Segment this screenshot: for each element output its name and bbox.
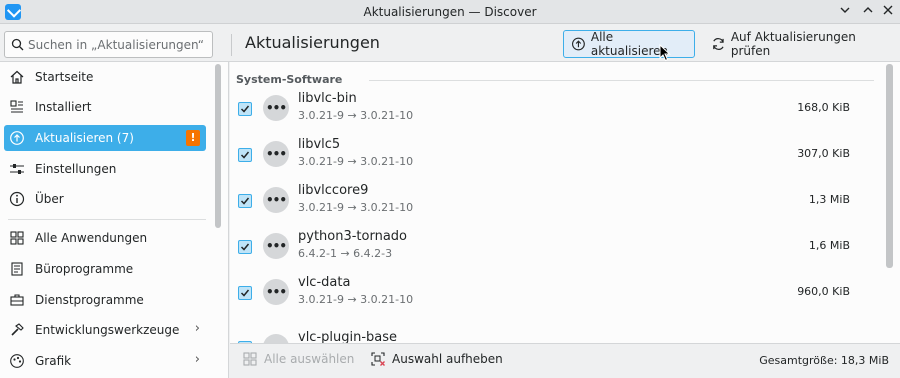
select-all-icon [243,352,257,366]
hammer-icon [8,321,26,339]
close-icon[interactable] [879,3,897,21]
package-icon: ••• [263,187,289,213]
footer-bar: Alle auswählen Auswahl aufheben Gesamtgr… [230,343,900,378]
section-header: System-Software [236,73,343,86]
update-row[interactable]: ••• libvlc5 3.0.21-9 → 3.0.21-10 307,0 K… [230,133,880,179]
settings-sliders-icon [8,160,26,178]
page-title: Aktualisierungen [245,33,380,52]
section-divider [369,80,874,81]
chevron-up-icon[interactable] [859,3,877,21]
title-bar: Aktualisierungen — Discover [0,0,900,24]
update-checkbox[interactable] [238,148,252,162]
toolbox-icon [8,291,26,309]
update-checkbox[interactable] [238,240,252,254]
package-name: libvlccore9 [298,183,369,198]
update-row[interactable]: ••• libvlccore9 3.0.21-9 → 3.0.21-10 1,3… [230,179,880,225]
search-input[interactable] [28,36,208,54]
select-all-button[interactable]: Alle auswählen [242,351,354,367]
chevron-down-icon[interactable] [836,3,854,21]
package-size: 307,0 KiB [797,147,850,160]
search-icon [11,38,24,51]
toolbar: Aktualisierungen Alle aktualisieren Auf … [0,24,900,62]
package-version: 3.0.21-9 → 3.0.21-10 [298,109,414,122]
package-size: 1,3 MiB [808,193,850,206]
chevron-right-icon: › [194,321,200,336]
graphics-icon [8,352,26,370]
package-version: 6.4.2-1 → 6.4.2-3 [298,247,393,260]
update-checkbox[interactable] [238,286,252,300]
deselect-label: Auswahl aufheben [392,352,503,366]
chevron-right-icon: › [194,352,200,367]
check-updates-label: Auf Aktualisierungen prüfen [730,30,856,58]
package-name: vlc-plugin-base [298,330,398,343]
package-name: libvlc5 [298,137,341,152]
package-icon: ••• [263,95,289,121]
sidebar-item-graphics[interactable]: Grafik › [4,348,206,374]
sidebar-item-label: Entwicklungswerkzeuge [35,323,180,337]
package-version: 3.0.21-9 → 3.0.21-10 [298,155,414,168]
sidebar-item-home[interactable]: Startseite [4,64,206,90]
package-icon: ••• [263,141,289,167]
package-version: 3.0.21-9 → 3.0.21-10 [298,293,414,306]
search-box[interactable] [4,31,213,58]
update-row[interactable]: ••• python3-tornado 6.4.2-1 → 6.4.2-3 1,… [230,225,880,271]
sidebar-item-development[interactable]: Entwicklungswerkzeuge › [4,317,206,343]
sidebar-item-label: Büroprogramme [35,262,134,276]
sidebar-item-label: Einstellungen [35,162,117,176]
check-updates-button[interactable]: Auf Aktualisierungen prüfen [703,30,895,58]
sidebar-item-label: Über [35,192,64,206]
sidebar-divider [8,219,206,220]
sidebar-item-settings[interactable]: Einstellungen [4,156,206,182]
updates-list: System-Software ••• libvlc-bin 3.0.21-9 … [230,62,900,343]
sidebar-scrollbar[interactable] [215,64,221,228]
package-name: python3-tornado [298,229,408,244]
package-icon: ••• [263,279,289,305]
info-icon [8,190,26,208]
sidebar-item-about[interactable]: Über [4,186,206,212]
list-scrollbar[interactable] [886,64,893,268]
sidebar-item-installed[interactable]: Installiert [4,94,206,120]
update-row[interactable]: ••• vlc-plugin-base [230,326,880,343]
update-icon [8,129,26,147]
deselect-icon [371,352,385,366]
deselect-button[interactable]: Auswahl aufheben [370,351,503,367]
update-all-label: Alle aktualisieren [590,30,669,58]
office-icon [8,260,26,278]
update-row[interactable]: ••• vlc-data 3.0.21-9 → 3.0.21-10 960,0 … [230,271,880,317]
sidebar-item-all-apps[interactable]: Alle Anwendungen [4,225,206,251]
refresh-icon [713,38,724,50]
select-all-label: Alle auswählen [264,352,355,366]
update-row[interactable]: ••• libvlc-bin 3.0.21-9 → 3.0.21-10 168,… [230,87,880,133]
sidebar-item-label: Aktualisieren (7) [35,131,134,145]
package-name: vlc-data [298,275,351,290]
package-icon: ••• [263,334,289,343]
update-checkbox[interactable] [238,194,252,208]
update-checkbox[interactable] [238,102,252,116]
package-size: 168,0 KiB [797,101,850,114]
sidebar-item-office[interactable]: Büroprogramme [4,256,206,282]
sidebar-item-label: Alle Anwendungen [35,231,148,245]
sidebar-item-utilities[interactable]: Dienstprogramme [4,287,206,313]
sidebar-item-label: Grafik [35,354,72,368]
package-size: 960,0 KiB [797,285,850,298]
package-name: libvlc-bin [298,91,357,106]
warning-badge: ! [186,130,200,146]
window-title: Aktualisierungen — Discover [363,5,537,19]
toolbar-separator [231,34,232,56]
total-size: Gesamtgröße: 18,3 MiB [759,354,889,367]
mouse-cursor-icon [659,44,671,62]
sidebar-item-label: Dienstprogramme [35,293,144,307]
package-version: 3.0.21-9 → 3.0.21-10 [298,201,414,214]
grid-icon [8,229,26,247]
sidebar-item-label: Startseite [35,70,94,84]
installed-list-icon [8,98,26,116]
update-all-button[interactable]: Alle aktualisieren [563,30,695,58]
package-size: 1,6 MiB [808,239,850,252]
sidebar-item-updates[interactable]: Aktualisieren (7) ! [4,125,206,151]
sidebar: Startseite Installiert Aktualisieren (7)… [0,62,229,378]
sidebar-item-label: Installiert [35,100,92,114]
home-icon [8,68,26,86]
update-icon [572,37,585,51]
package-icon: ••• [263,233,289,259]
